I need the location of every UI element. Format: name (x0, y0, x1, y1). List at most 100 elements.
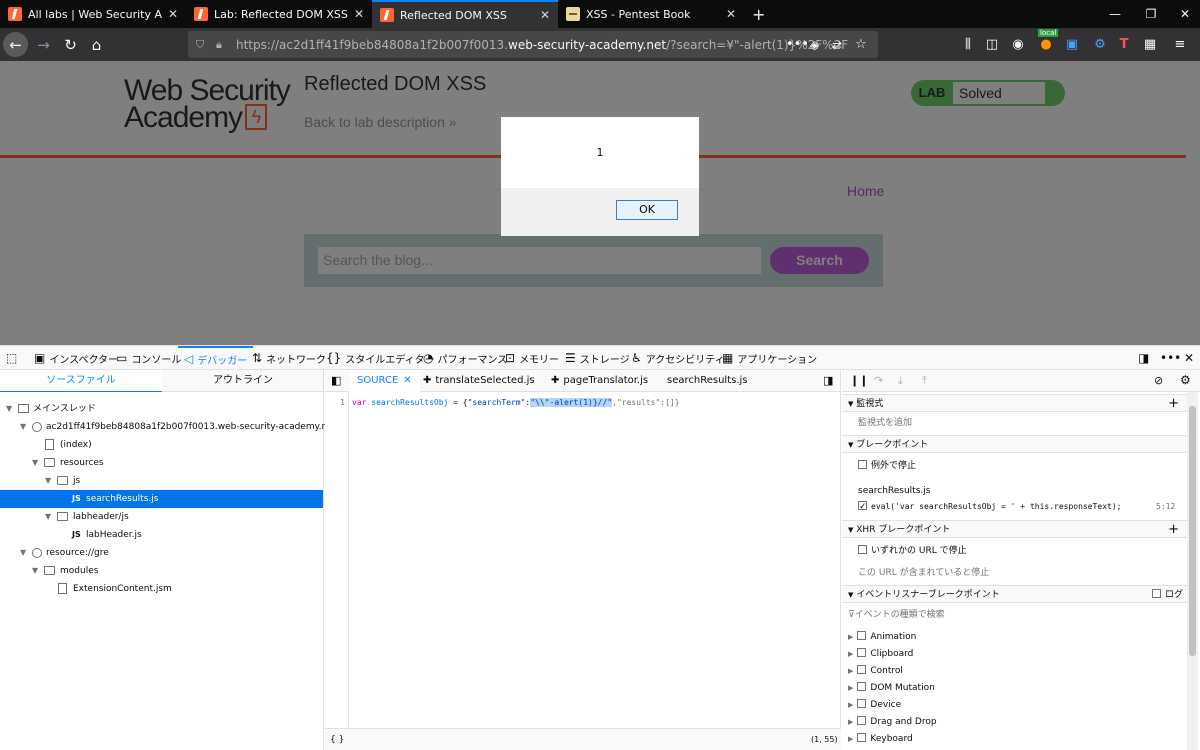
event-category[interactable]: ▶ Animation (842, 628, 1187, 646)
translator-extension-icon[interactable]: ⚙ (1090, 34, 1110, 54)
close-tab-icon[interactable]: ✕ (403, 375, 411, 386)
checkbox[interactable] (857, 648, 867, 657)
breakpoint-item[interactable]: eval('var searchResultsObj = ' + this.re… (842, 498, 1187, 516)
tab-search-results[interactable]: searchResults.js (667, 370, 748, 392)
pocket-icon[interactable]: ◈ (810, 38, 819, 52)
checkbox[interactable] (1151, 589, 1161, 598)
tab-style-editor[interactable]: {} スタイルエディター (326, 346, 435, 370)
checkbox[interactable] (857, 733, 867, 742)
xhr-any-url[interactable]: いずれかの URL で停止 (842, 542, 1187, 560)
tree-item-js[interactable]: ▼ js (0, 472, 323, 490)
pause-icon[interactable]: ❙❙ (850, 374, 868, 387)
step-over-icon[interactable]: ↷ (874, 374, 883, 387)
checkbox[interactable] (857, 682, 867, 691)
tree-item-extension-content[interactable]: ExtensionContent.jsm (0, 580, 323, 598)
ok-button[interactable]: OK (616, 200, 678, 220)
close-devtools-icon[interactable]: ✕ (1184, 346, 1198, 370)
menu-icon[interactable]: ≡ (1168, 34, 1192, 54)
step-out-icon[interactable]: ⤒ (922, 374, 927, 388)
tab-xss-pentest-book[interactable]: XSS - Pentest Book ✕ (558, 0, 744, 28)
step-in-icon[interactable]: ⤓ (898, 374, 903, 388)
scrollbar-thumb[interactable] (1189, 406, 1196, 656)
new-tab-button[interactable]: + (744, 0, 772, 28)
event-category[interactable]: ▶ Device (842, 696, 1187, 714)
translate-icon[interactable]: ⇄ (832, 38, 842, 52)
checkbox[interactable] (858, 460, 867, 469)
close-tab-icon[interactable]: ✕ (540, 8, 550, 22)
sidebar-icon[interactable]: ◫ (982, 34, 1002, 54)
tab-network[interactable]: ⇅ ネットワーク (252, 346, 326, 370)
expand-icon[interactable]: ▶ (848, 633, 853, 641)
reload-button[interactable]: ↻ (58, 32, 83, 57)
tree-item-labheader-js[interactable]: JS labHeader.js (0, 526, 323, 544)
tree-item-index[interactable]: (index) (0, 436, 323, 454)
expand-icon[interactable]: ▶ (848, 650, 853, 658)
extensions-grid-icon[interactable]: ▦ (1140, 34, 1160, 54)
checkbox[interactable] (858, 498, 867, 516)
tab-reflected-dom-xss[interactable]: Reflected DOM XSS ✕ (372, 0, 558, 28)
add-icon[interactable]: + (1168, 395, 1179, 413)
expand-icon[interactable]: ▶ (848, 718, 853, 726)
checkbox[interactable] (857, 631, 867, 640)
tab-translate-selected[interactable]: ✚ translateSelected.js (423, 370, 535, 392)
event-category[interactable]: ▶ Keyboard (842, 730, 1187, 748)
extension-local-icon[interactable]: local ● (1034, 29, 1059, 54)
toggle-sources-icon[interactable]: ◧ (331, 370, 341, 392)
tree-item-search-results-js[interactable]: JS searchResults.js (0, 490, 323, 508)
event-filter-input[interactable]: ⊽イベントの種類で検索 (842, 606, 1187, 624)
tab-source[interactable]: SOURCE ✕ (349, 370, 420, 392)
tab-all-labs[interactable]: All labs | Web Security Academ ✕ (0, 0, 186, 28)
tab-lab-description[interactable]: Lab: Reflected DOM XSS | Web ✕ (186, 0, 372, 28)
add-icon[interactable]: + (1168, 521, 1179, 539)
pause-on-exceptions[interactable]: 例外で停止 (842, 457, 1187, 475)
forward-button[interactable]: → (31, 32, 56, 57)
tab-application[interactable]: ▦ アプリケーション (722, 346, 817, 370)
xhr-section-header[interactable]: ▼ XHR ブレークポイント + (842, 520, 1187, 538)
event-category[interactable]: ▶ Clipboard (842, 645, 1187, 663)
settings-gear-icon[interactable]: ⚙ (1180, 373, 1191, 387)
toggle-sidebar-icon[interactable]: ◨ (823, 370, 833, 392)
page-actions-icon[interactable]: ••• (786, 37, 809, 52)
add-watch-expression[interactable]: 監視式を追加 (842, 414, 1187, 432)
tab-outline[interactable]: アウトライン (162, 370, 324, 392)
minimize-icon[interactable]: — (1098, 0, 1132, 28)
tab-source-files[interactable]: ソースファイル (0, 370, 162, 392)
event-category[interactable]: ▶ DOM Mutation (842, 679, 1187, 697)
close-tab-icon[interactable]: ✕ (168, 7, 178, 21)
tab-inspector[interactable]: ▣ インスペクター (34, 346, 118, 370)
restore-icon[interactable]: ❐ (1134, 0, 1168, 28)
tab-performance[interactable]: ◔ パフォーマンス (423, 346, 507, 370)
xhr-url-contains-input[interactable]: この URL が含まれていると停止 (842, 564, 1187, 582)
more-options-icon[interactable]: ••• (1160, 346, 1185, 370)
tab-accessibility[interactable]: ♿︎ アクセシビリティ (631, 346, 725, 370)
checkbox[interactable] (857, 699, 867, 708)
tree-item-labheader-js-folder[interactable]: ▼ labheader/js (0, 508, 323, 526)
account-icon[interactable]: ◉ (1008, 34, 1028, 54)
checkbox[interactable] (857, 716, 867, 725)
expand-icon[interactable]: ▶ (848, 684, 853, 692)
code-line[interactable]: var searchResultsObj = {"searchTerm":"\\… (352, 398, 680, 407)
home-button[interactable]: ⌂ (84, 32, 109, 57)
breakpoints-section-header[interactable]: ▼ ブレークポイント (842, 435, 1187, 453)
event-breakpoints-header[interactable]: ▼ イベントリスナーブレークポイント ログ (842, 585, 1187, 603)
t-extension-icon[interactable]: T (1114, 34, 1134, 54)
bookmark-star-icon[interactable]: ☆ (855, 37, 867, 52)
checkbox[interactable] (858, 545, 867, 554)
tree-item-main-thread[interactable]: ▼ メインスレッド (0, 400, 323, 418)
tab-debugger[interactable]: ◁ デバッガー (178, 346, 254, 370)
close-window-icon[interactable]: ✕ (1168, 0, 1200, 28)
sidebar-scrollbar[interactable] (1187, 392, 1198, 750)
tab-console[interactable]: ▭ コンソール (116, 346, 181, 370)
tree-item-resource-gre[interactable]: ▼ resource://gre (0, 544, 323, 562)
pick-element-icon[interactable]: ⬚ (6, 346, 21, 370)
translate-extension-icon[interactable]: ▣ (1062, 34, 1082, 54)
log-toggle[interactable]: ログ (1151, 586, 1183, 604)
close-tab-icon[interactable]: ✕ (726, 7, 736, 21)
event-category[interactable]: ▶ Drag and Drop (842, 713, 1187, 731)
tree-item-domain[interactable]: ▼ ac2d1ff41f9beb84808a1f2b007f0013.web-se… (0, 418, 336, 436)
tree-item-modules[interactable]: ▼ modules (0, 562, 323, 580)
expand-icon[interactable]: ▶ (848, 701, 853, 709)
tab-page-translator[interactable]: ✚ pageTranslator.js (551, 370, 648, 392)
watch-section-header[interactable]: ▼ 監視式 + (842, 394, 1187, 412)
tree-item-resources[interactable]: ▼ resources (0, 454, 323, 472)
